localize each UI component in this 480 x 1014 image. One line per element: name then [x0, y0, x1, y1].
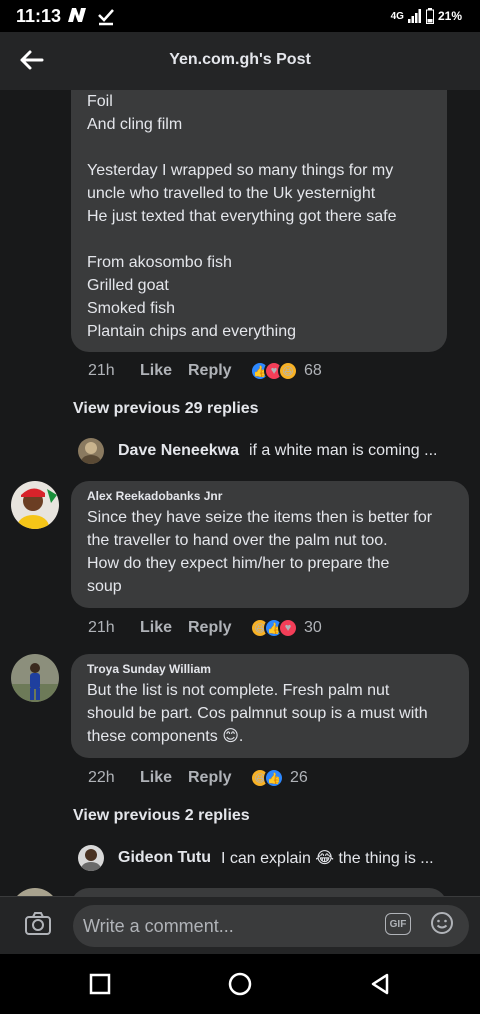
comment-line: should be part. Cos palmnut soup is a mu… [87, 705, 428, 722]
comment-line-blank [87, 136, 431, 159]
comment-2-actions: 21h Like Reply 😆 👍 ♥ 30 [88, 618, 322, 638]
reply-author: Dave Neneekwa [118, 442, 239, 459]
reply-text: I can explain 😂 the thing is ... [221, 850, 434, 867]
comment-bubble-1: Foil And cling film Yesterday I wrapped … [71, 90, 447, 352]
comment-line: From akosombo fish [87, 254, 232, 271]
avatar[interactable] [11, 888, 59, 896]
comment-line: soup [87, 578, 122, 595]
comment-line: Grilled goat [87, 277, 169, 294]
comment-line: But the list is not complete. Fresh palm… [87, 682, 390, 699]
reaction-count: 30 [304, 619, 322, 636]
comment-author[interactable]: Troya Sunday William [87, 662, 453, 676]
reply-author: Gideon Tutu [118, 849, 212, 866]
status-bar: 11:13 4G 21% [0, 0, 480, 32]
comment-bubble-3: Troya Sunday William But the list is not… [71, 654, 469, 758]
comment-line: He just texted that everything got there… [87, 208, 397, 225]
post-header: Yen.com.gh's Post [0, 32, 480, 90]
network-type: 4G [390, 10, 404, 22]
comment-1-text: Foil And cling film Yesterday I wrapped … [87, 90, 431, 343]
comment-line: Yesterday I wrapped so many things for m… [87, 162, 394, 179]
comment-line: How do they expect him/her to prepare th… [87, 555, 390, 572]
like-button[interactable]: Like [140, 362, 188, 380]
page-title: Yen.com.gh's Post [169, 51, 311, 68]
love-reaction-icon: ♥ [278, 618, 298, 638]
comment-line-blank [87, 228, 431, 251]
home-circle-icon[interactable] [228, 972, 252, 996]
like-reaction-icon: 👍 [264, 768, 284, 788]
comment-bubble-4 [71, 888, 447, 896]
reactions-summary[interactable]: 👍 ♥ 😆 68 [250, 361, 322, 381]
view-previous-replies-link[interactable]: View previous 2 replies [73, 807, 250, 825]
gif-button[interactable]: GIF [385, 913, 411, 935]
comment-line: And cling film [87, 116, 183, 133]
comment-line: the traveller to hand over the palm nut … [87, 532, 388, 549]
reply-button[interactable]: Reply [188, 362, 248, 380]
comment-3-actions: 22h Like Reply 😆 👍 26 [88, 768, 308, 788]
comment-line: Since they have seize the items then is … [87, 509, 433, 526]
camera-icon[interactable] [24, 911, 52, 937]
reactions-summary[interactable]: 😆 👍 ♥ 30 [250, 618, 322, 638]
reply-preview-1[interactable]: Dave Neneekwa if a white man is coming .… [78, 438, 437, 464]
reply-button[interactable]: Reply [188, 769, 248, 787]
comment-time: 21h [88, 619, 115, 636]
status-right: 4G 21% [391, 8, 462, 24]
battery-level: 21% [437, 9, 462, 23]
battery-icon [425, 8, 434, 24]
comment-time: 22h [88, 769, 115, 786]
reply-text: if a white man is coming ... [248, 442, 438, 459]
view-previous-replies-link[interactable]: View previous 29 replies [73, 400, 259, 418]
system-navigation-bar [0, 954, 480, 1014]
avatar [78, 845, 104, 871]
comment-line: these components 😊. [87, 728, 244, 745]
haha-reaction-icon: 😆 [278, 361, 298, 381]
comment-author[interactable]: Alex Reekadobanks Jnr [87, 489, 453, 503]
status-time: 11:13 [16, 6, 62, 26]
download-done-icon [98, 9, 114, 26]
signal-icon [407, 9, 421, 23]
reply-button[interactable]: Reply [188, 619, 248, 637]
avatar [78, 438, 104, 464]
comment-line: Smoked fish [87, 300, 176, 317]
avatar[interactable] [11, 481, 59, 529]
like-button[interactable]: Like [140, 619, 188, 637]
reactions-summary[interactable]: 😆 👍 26 [250, 768, 308, 788]
back-triangle-icon[interactable] [368, 972, 392, 996]
comments-list[interactable]: Foil And cling film Yesterday I wrapped … [0, 90, 480, 896]
like-button[interactable]: Like [140, 769, 188, 787]
comment-line: uncle who travelled to the Uk yesternigh… [87, 185, 376, 202]
comment-composer: GIF [0, 896, 480, 954]
comment-time: 21h [88, 362, 115, 379]
comment-bubble-2: Alex Reekadobanks Jnr Since they have se… [71, 481, 469, 608]
reaction-count: 68 [304, 362, 322, 379]
comment-1-actions: 21h Like Reply 👍 ♥ 😆 68 [88, 361, 322, 381]
reply-preview-2[interactable]: Gideon Tutu I can explain 😂 the thing is… [78, 845, 434, 871]
reaction-count: 26 [290, 769, 308, 786]
app-notification-icon [68, 8, 86, 22]
comment-line: Plantain chips and everything [87, 323, 297, 340]
avatar[interactable] [11, 654, 59, 702]
recents-square-icon[interactable] [88, 972, 112, 996]
emoji-icon[interactable] [430, 911, 454, 935]
comment-line: Foil [87, 93, 113, 110]
